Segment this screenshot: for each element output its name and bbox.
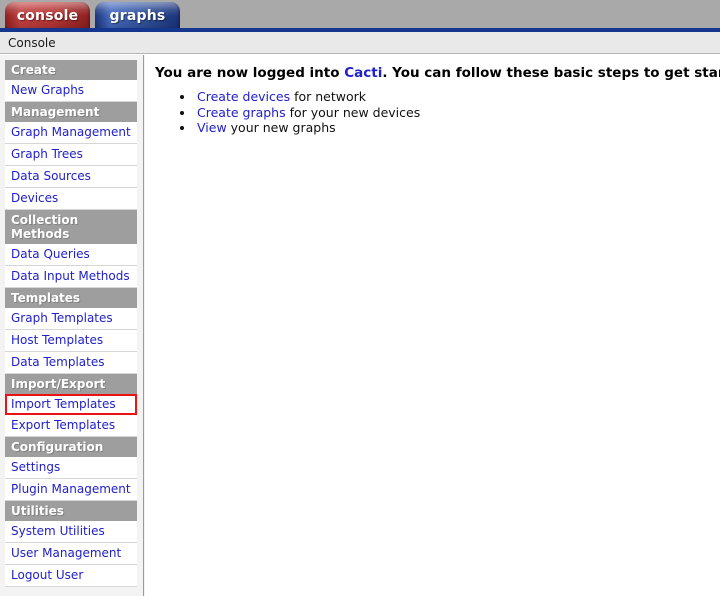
tab-graphs[interactable]: graphs: [95, 2, 180, 28]
tab-bar: console graphs: [0, 0, 720, 28]
sidebar-section-header: Utilities: [5, 501, 137, 521]
page-title: You are now logged into Cacti. You can f…: [155, 64, 720, 82]
sidebar-section-header: Create: [5, 60, 137, 80]
sidebar: Create New Graphs Management Graph Manageme…: [0, 55, 144, 596]
sidebar-menu: Create New Graphs Management Graph Manageme…: [5, 60, 137, 587]
sidebar-item-graph-management[interactable]: Graph Management: [5, 122, 137, 144]
list-item: View your new graphs: [195, 120, 708, 136]
sidebar-section-header: Templates: [5, 288, 137, 308]
sidebar-item-plugin-management[interactable]: Plugin Management: [5, 479, 137, 501]
sidebar-item-graph-trees[interactable]: Graph Trees: [5, 144, 137, 166]
sidebar-section-header: Configuration: [5, 437, 137, 457]
main-content: You are now logged into Cacti. You can f…: [145, 55, 720, 596]
intro-text-before: You are now logged into: [155, 65, 345, 81]
page-body: Create New Graphs Management Graph Manageme…: [0, 55, 720, 596]
sidebar-item-new-graphs[interactable]: New Graphs: [5, 80, 137, 102]
sidebar-item-graph-templates[interactable]: Graph Templates: [5, 308, 137, 330]
sidebar-item-data-queries[interactable]: Data Queries: [5, 244, 137, 266]
step-text: for network: [290, 89, 366, 104]
cacti-link[interactable]: Cacti: [344, 65, 382, 81]
step-link-create-graphs[interactable]: Create graphs: [197, 105, 286, 120]
sidebar-item-devices[interactable]: Devices: [5, 188, 137, 210]
sidebar-item-host-templates[interactable]: Host Templates: [5, 330, 137, 352]
getting-started-list: Create devices for networkCreate graphs …: [155, 89, 708, 136]
sidebar-item-import-templates[interactable]: Import Templates: [5, 394, 137, 415]
sidebar-item-user-management[interactable]: User Management: [5, 543, 137, 565]
tab-graphs-label: graphs: [109, 8, 166, 24]
sidebar-item-logout-user[interactable]: Logout User: [5, 565, 137, 587]
tab-console-label: console: [16, 8, 79, 24]
breadcrumb-bar: Console: [0, 32, 720, 54]
sidebar-item-data-input-methods[interactable]: Data Input Methods: [5, 266, 137, 288]
sidebar-item-system-utilities[interactable]: System Utilities: [5, 521, 137, 543]
sidebar-section-header: Import/Export: [5, 374, 137, 394]
step-link-view[interactable]: View: [197, 120, 227, 135]
sidebar-item-data-templates[interactable]: Data Templates: [5, 352, 137, 374]
breadcrumb: Console: [8, 35, 56, 50]
sidebar-section-header: Management: [5, 102, 137, 122]
sidebar-item-data-sources[interactable]: Data Sources: [5, 166, 137, 188]
step-text: for your new devices: [285, 104, 421, 120]
sidebar-item-export-templates[interactable]: Export Templates: [5, 415, 137, 437]
sidebar-section-header: Collection Methods: [5, 210, 137, 244]
step-text: your new graphs: [226, 120, 336, 135]
list-item: Create devices for network: [195, 89, 708, 105]
list-item: Create graphs for your new devices: [195, 105, 708, 121]
step-link-create-devices[interactable]: Create devices: [197, 89, 290, 104]
tab-console[interactable]: console: [5, 2, 90, 28]
sidebar-item-settings[interactable]: Settings: [5, 457, 137, 479]
intro-text-after: . You can follow these basic steps to ge…: [382, 65, 720, 81]
